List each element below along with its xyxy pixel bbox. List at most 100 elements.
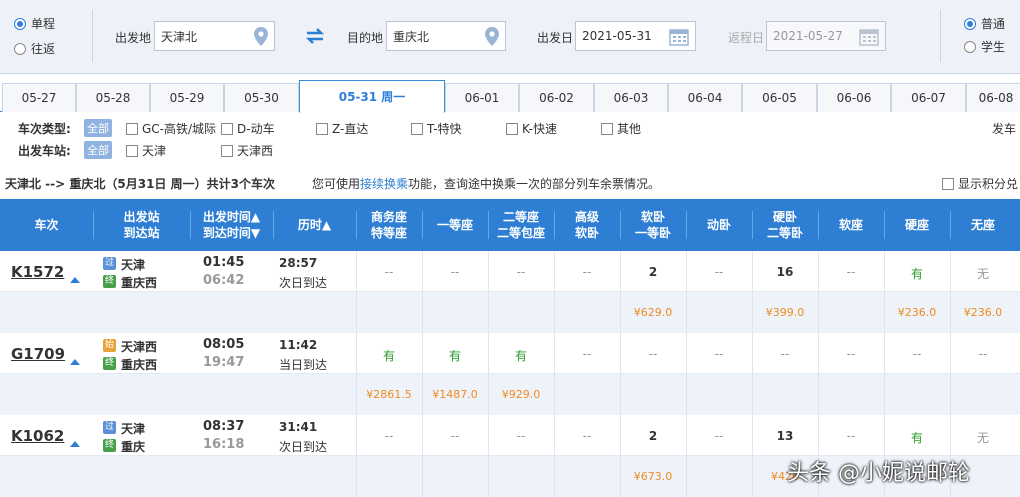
divider: [488, 333, 489, 415]
divider: [950, 251, 951, 333]
col-header-duration[interactable]: 历时▲: [273, 199, 356, 251]
date-tab[interactable]: 06-04: [668, 83, 742, 112]
row-prices: [0, 292, 1020, 333]
station-all-button[interactable]: 全部: [84, 141, 112, 159]
date-tab[interactable]: 06-01: [445, 83, 519, 112]
price-business: ¥2861.5: [366, 388, 412, 401]
date-tab[interactable]: 06-07: [891, 83, 966, 112]
from-station-value: 天津北: [161, 29, 198, 44]
pass-through-badge: 过: [103, 257, 116, 270]
checkbox-icon: [411, 122, 423, 135]
divider: [356, 251, 357, 333]
expand-arrow-icon[interactable]: [70, 359, 80, 365]
date-tab[interactable]: 06-08: [966, 83, 1020, 112]
arrival-day: 次日到达: [279, 440, 328, 454]
date-tab[interactable]: 05-27: [2, 83, 76, 112]
type-checkbox-other[interactable]: 其他: [601, 120, 641, 137]
price-soft-sleeper: ¥673.0: [633, 470, 673, 483]
location-pin-icon[interactable]: [254, 27, 268, 46]
train-type-all-button[interactable]: 全部: [84, 119, 112, 137]
checkbox-icon: [221, 144, 233, 157]
type-checkbox-gc[interactable]: GC-高铁/城际: [126, 120, 216, 137]
swap-stations-icon[interactable]: [305, 28, 325, 44]
transfer-link[interactable]: 接续换乘: [360, 177, 408, 191]
radio-icon: [14, 42, 26, 55]
from-station-input[interactable]: 天津北: [154, 21, 275, 51]
show-points-checkbox[interactable]: 显示积分兑: [942, 175, 1018, 192]
hint-text: 您可使用: [312, 177, 361, 191]
arrive-station: 重庆西: [121, 276, 158, 290]
col-header-hard-sleeper: 硬卧 二等卧: [752, 199, 818, 251]
date-tab[interactable]: 06-05: [742, 83, 817, 112]
header-text: 出发时间▲: [202, 210, 261, 224]
divider: [686, 333, 687, 415]
col-header-times[interactable]: 出发时间▲ 到达时间▼: [190, 199, 273, 251]
divider: [620, 415, 621, 497]
date-tab-active[interactable]: 05-31 周一: [299, 80, 445, 113]
watermark: 头条 @小妮说邮轮: [787, 461, 970, 486]
to-station-input[interactable]: 重庆北: [386, 21, 506, 51]
location-pin-icon[interactable]: [485, 27, 499, 46]
station-checkbox-tianjin[interactable]: 天津: [126, 142, 166, 159]
seat-no-seat: --: [978, 347, 988, 361]
seat-second: 有: [514, 349, 527, 363]
seat-deluxe-sleeper: --: [582, 347, 592, 361]
table-row[interactable]: G1709 始 天津西 终 重庆西 08:05 19:47 11:42 当日到达…: [0, 333, 1020, 415]
seat-hard-seat: 有: [910, 431, 923, 445]
divider: [884, 211, 885, 239]
arrive-station: 重庆西: [121, 358, 158, 372]
seat-moving-sleeper: --: [714, 429, 724, 443]
expand-arrow-icon[interactable]: [70, 441, 80, 447]
checkbox-label: Z-直达: [332, 122, 369, 136]
type-checkbox-z[interactable]: Z-直达: [316, 120, 368, 137]
train-number-link[interactable]: G1709: [11, 345, 65, 363]
divider: [93, 211, 94, 239]
divider: [818, 251, 819, 333]
col-header-moving-sleeper: 动卧: [686, 199, 752, 251]
checkbox-icon: [942, 177, 954, 190]
checkbox-icon: [316, 122, 328, 135]
divider: [752, 211, 753, 239]
divider: [356, 333, 357, 415]
calendar-icon[interactable]: [859, 27, 879, 46]
col-header-soft-sleeper: 软卧 一等卧: [620, 199, 686, 251]
seat-first: --: [450, 265, 460, 279]
type-checkbox-t[interactable]: T-特快: [411, 120, 462, 137]
divider: [950, 333, 951, 415]
type-checkbox-k[interactable]: K-快速: [506, 120, 557, 137]
calendar-icon[interactable]: [669, 27, 689, 46]
ticket-student-label: 学生: [981, 40, 1006, 54]
checkbox-label: 显示积分兑: [958, 177, 1019, 191]
seat-moving-sleeper: --: [714, 347, 724, 361]
table-row[interactable]: K1572 过 天津 终 重庆西 01:45 06:42 28:57 次日到达 …: [0, 251, 1020, 333]
seat-second: --: [516, 429, 526, 443]
date-tab[interactable]: 05-29: [150, 83, 224, 112]
return-date-input[interactable]: 2021-05-27: [766, 21, 886, 51]
seat-soft-sleeper: --: [648, 347, 658, 361]
train-number-link[interactable]: K1572: [11, 263, 64, 281]
trip-one-way-radio[interactable]: 单程: [14, 15, 55, 32]
seat-soft-seat: --: [846, 347, 856, 361]
date-tab[interactable]: 06-03: [594, 83, 668, 112]
seat-hard-sleeper: --: [780, 347, 790, 361]
date-tab[interactable]: 05-28: [76, 83, 150, 112]
divider: [686, 211, 687, 239]
header-text: 软座: [838, 218, 863, 232]
date-tab[interactable]: 06-02: [519, 83, 594, 112]
divider: [422, 251, 423, 333]
trip-round-radio[interactable]: 往返: [14, 40, 55, 57]
ticket-normal-radio[interactable]: 普通: [964, 15, 1005, 32]
return-date-value: 2021-05-27: [773, 29, 843, 43]
seat-business: --: [384, 265, 394, 279]
station-checkbox-tianjinxi[interactable]: 天津西: [221, 142, 273, 159]
date-tab[interactable]: 05-30: [224, 83, 299, 112]
date-tab[interactable]: 06-06: [817, 83, 891, 112]
col-header-train[interactable]: 车次: [0, 199, 93, 251]
date-tabs: 05-27 05-28 05-29 05-30 05-31 周一 06-01 0…: [0, 80, 1020, 113]
depart-date-input[interactable]: 2021-05-31: [575, 21, 696, 51]
expand-arrow-icon[interactable]: [70, 277, 80, 283]
type-checkbox-d[interactable]: D-动车: [221, 120, 275, 137]
ticket-student-radio[interactable]: 学生: [964, 38, 1005, 55]
train-number-link[interactable]: K1062: [11, 427, 64, 445]
seat-soft-sleeper: 2: [648, 429, 658, 443]
